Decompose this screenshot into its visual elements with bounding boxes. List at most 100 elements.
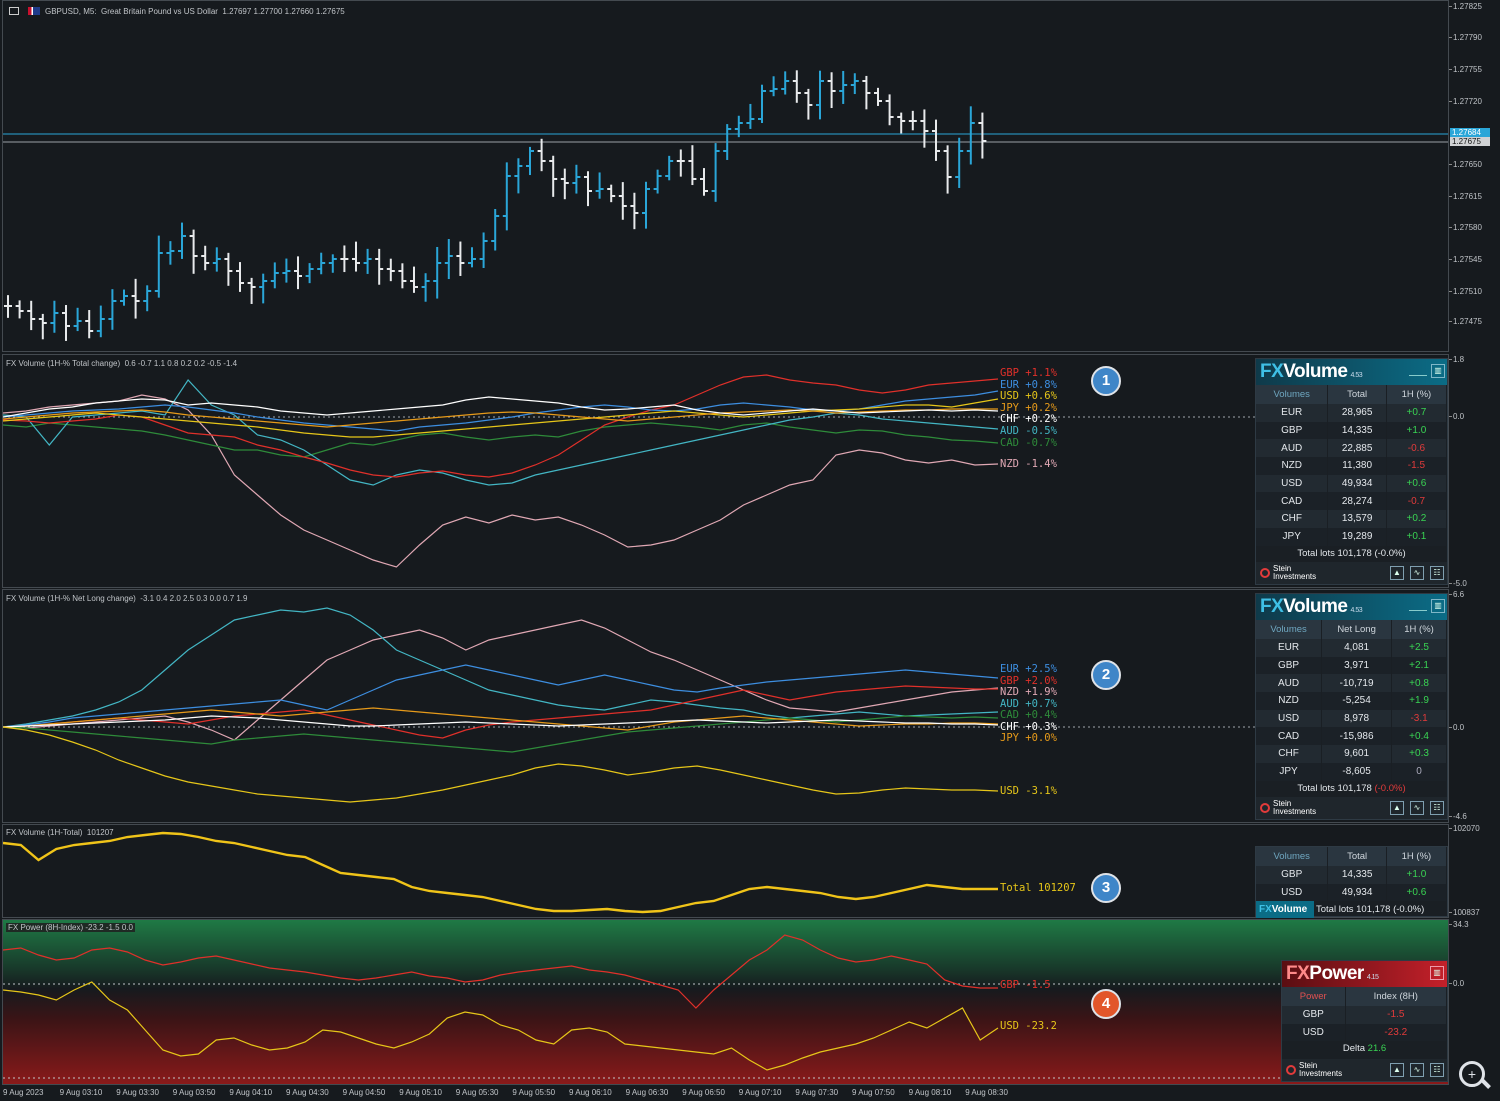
time-axis-label: 9 Aug 03:50 xyxy=(172,1088,216,1097)
table-row[interactable]: AUD 22,885 -0.6 xyxy=(1256,439,1448,458)
table-row[interactable]: USD 8,978 -3.1 xyxy=(1256,709,1447,728)
currency-cell: USD xyxy=(1256,709,1323,728)
series-line xyxy=(3,685,998,739)
usd-power-line xyxy=(3,981,999,1071)
candle xyxy=(746,103,755,129)
alert-bell-icon[interactable]: ▲ xyxy=(1390,566,1404,580)
candle xyxy=(491,208,500,251)
chart-icon[interactable]: ▥ xyxy=(1431,599,1445,613)
candle xyxy=(607,184,616,203)
line-chart-icon[interactable]: ∿ xyxy=(1410,1063,1424,1077)
col-header-power[interactable]: Power xyxy=(1282,987,1346,1006)
table-row[interactable]: CAD -15,986 +0.4 xyxy=(1256,727,1447,746)
candle xyxy=(38,313,47,340)
currency-cell: GBP xyxy=(1256,656,1323,675)
table-row[interactable]: GBP 14,335 +1.0 xyxy=(1256,866,1448,884)
line-chart-icon[interactable]: ∿ xyxy=(1410,801,1424,815)
axis-tick-mark xyxy=(1449,291,1452,292)
currency-lines xyxy=(3,374,1448,568)
table-row[interactable]: GBP -1.5 xyxy=(1282,1006,1448,1024)
table-row[interactable]: CHF 9,601 +0.3 xyxy=(1256,745,1447,763)
axis-tick-mark xyxy=(1449,924,1452,925)
zoom-icon[interactable]: + xyxy=(1459,1061,1485,1087)
fx-power-widget[interactable]: FXPower 4.15 ▥ Power Index (8H) GBP -1.5 US… xyxy=(1281,960,1448,1082)
table-row[interactable]: CHF 13,579 +0.2 xyxy=(1256,510,1448,528)
col-header-1h[interactable]: 1H (%) xyxy=(1386,385,1448,404)
currency-label: NZD -1.4% xyxy=(1000,458,1057,470)
price-axis-label: 1.27615 xyxy=(1453,192,1482,201)
col-header-volumes[interactable]: Volumes xyxy=(1256,620,1323,639)
col-header-volumes[interactable]: Volumes xyxy=(1256,847,1329,866)
table-row[interactable]: NZD -5,254 +1.9 xyxy=(1256,692,1447,710)
change-cell: +0.1 xyxy=(1386,527,1448,546)
table-row[interactable]: USD 49,934 +0.6 xyxy=(1256,883,1448,902)
grid-icon[interactable]: ☷ xyxy=(1430,1063,1444,1077)
total-lots: Total lots 101,178 (-0.0%) xyxy=(1297,547,1406,559)
time-axis-label: 9 Aug 05:10 xyxy=(399,1088,442,1097)
fx-power-pane[interactable]: FX Power (8H-Index) -23.2 -1.5 0.0 xyxy=(2,919,1449,1085)
axis-tick-mark xyxy=(1449,816,1452,817)
table-row[interactable]: USD -23.2 xyxy=(1282,1023,1448,1042)
alert-bell-icon[interactable]: ▲ xyxy=(1390,801,1404,815)
candle xyxy=(816,70,824,120)
table-row[interactable]: CAD 28,274 -0.7 xyxy=(1256,492,1448,511)
price-chart-pane[interactable]: GBPUSD, M5: Great Britain Pound vs US Do… xyxy=(2,0,1449,352)
change-cell: 0 xyxy=(1391,762,1447,781)
table-row[interactable]: EUR 4,081 +2.5 xyxy=(1256,639,1447,657)
fx-volume-net-long-widget[interactable]: FXVolume 4.53 ▥ Volumes Net Long 1H (%) E… xyxy=(1255,593,1448,820)
price-axis-label: 1.27790 xyxy=(1453,33,1482,42)
badge-4: 4 xyxy=(1091,989,1121,1019)
time-axis-label: 9 Aug 08:30 xyxy=(965,1088,1008,1097)
col-header-1h[interactable]: 1H (%) xyxy=(1386,847,1448,866)
col-header-volumes[interactable]: Volumes xyxy=(1256,385,1329,404)
table-row[interactable]: NZD 11,380 -1.5 xyxy=(1256,457,1448,475)
candle xyxy=(584,171,592,207)
currency-label: USD -3.1% xyxy=(1000,785,1057,797)
col-header-net-long[interactable]: Net Long xyxy=(1321,620,1393,639)
fxpower-logo: FXPower 4.15 xyxy=(1286,963,1379,984)
table-row[interactable]: GBP 14,335 +1.0 xyxy=(1256,421,1448,440)
axis-tick-mark xyxy=(1449,983,1452,984)
currency-cell: USD xyxy=(1256,474,1329,493)
chart-icon[interactable]: ▥ xyxy=(1430,966,1444,980)
total-lots: Total lots 101,178 (-0.0%) xyxy=(1316,904,1425,916)
chart-icon[interactable]: ▥ xyxy=(1431,364,1445,378)
col-header-1h[interactable]: 1H (%) xyxy=(1391,620,1447,639)
grid-icon[interactable]: ☷ xyxy=(1430,801,1444,815)
col-header-total[interactable]: Total xyxy=(1327,847,1387,866)
table-row[interactable]: AUD -10,719 +0.8 xyxy=(1256,674,1447,693)
pane3-axis-label: 102070 xyxy=(1453,824,1480,833)
table-row[interactable]: EUR 28,965 +0.7 xyxy=(1256,404,1448,422)
total-label: Total 101207 xyxy=(1000,882,1076,894)
fx-volume-total-pane[interactable]: FX Volume (1H-Total) 101207 xyxy=(2,824,1449,918)
series-line xyxy=(3,726,999,803)
line-chart-icon[interactable]: ∿ xyxy=(1410,566,1424,580)
candle xyxy=(166,241,175,265)
table-row[interactable]: JPY -8,605 0 xyxy=(1256,762,1447,781)
table-row[interactable]: JPY 19,289 +0.1 xyxy=(1256,527,1448,546)
col-header-index[interactable]: Index (8H) xyxy=(1345,987,1448,1006)
change-cell: +1.0 xyxy=(1386,866,1448,884)
value-cell: 13,579 xyxy=(1327,510,1387,528)
alert-bell-icon[interactable]: ▲ xyxy=(1390,1063,1404,1077)
time-axis-label: 9 Aug 06:30 xyxy=(625,1088,669,1097)
price-tag-bid: 1.27684 xyxy=(1450,128,1490,137)
fx-volume-net-long-pane[interactable]: FX Volume (1H-% Net Long change) -3.1 0.… xyxy=(2,589,1449,823)
time-axis-label: 9 Aug 07:30 xyxy=(795,1088,839,1097)
table-row[interactable]: GBP 3,971 +2.1 xyxy=(1256,656,1447,675)
fx-volume-total-widget[interactable]: FXVolume 4.53 ▥ Volumes Total 1H (%) EUR 2… xyxy=(1255,358,1448,585)
candle xyxy=(201,245,210,271)
fxvolume-mini-logo[interactable]: FXVolume xyxy=(1256,901,1314,919)
fx-volume-mini-widget[interactable]: Volumes Total 1H (%) GBP 14,335 +1.0 USD 49,… xyxy=(1255,846,1448,919)
candle xyxy=(943,145,952,194)
change-cell: +2.5 xyxy=(1391,639,1447,657)
table-row[interactable]: USD 49,934 +0.6 xyxy=(1256,474,1448,493)
fx-volume-total-change-pane[interactable]: FX Volume (1H-% Total change) 0.6 -0.7 1… xyxy=(2,354,1449,588)
axis-tick-mark xyxy=(1449,101,1452,102)
candle xyxy=(665,155,674,181)
grid-icon[interactable]: ☷ xyxy=(1430,566,1444,580)
axis-tick-mark xyxy=(1449,727,1452,728)
axis-tick-mark xyxy=(1449,37,1452,38)
value-cell: -15,986 xyxy=(1321,727,1393,746)
col-header-total[interactable]: Total xyxy=(1327,385,1387,404)
